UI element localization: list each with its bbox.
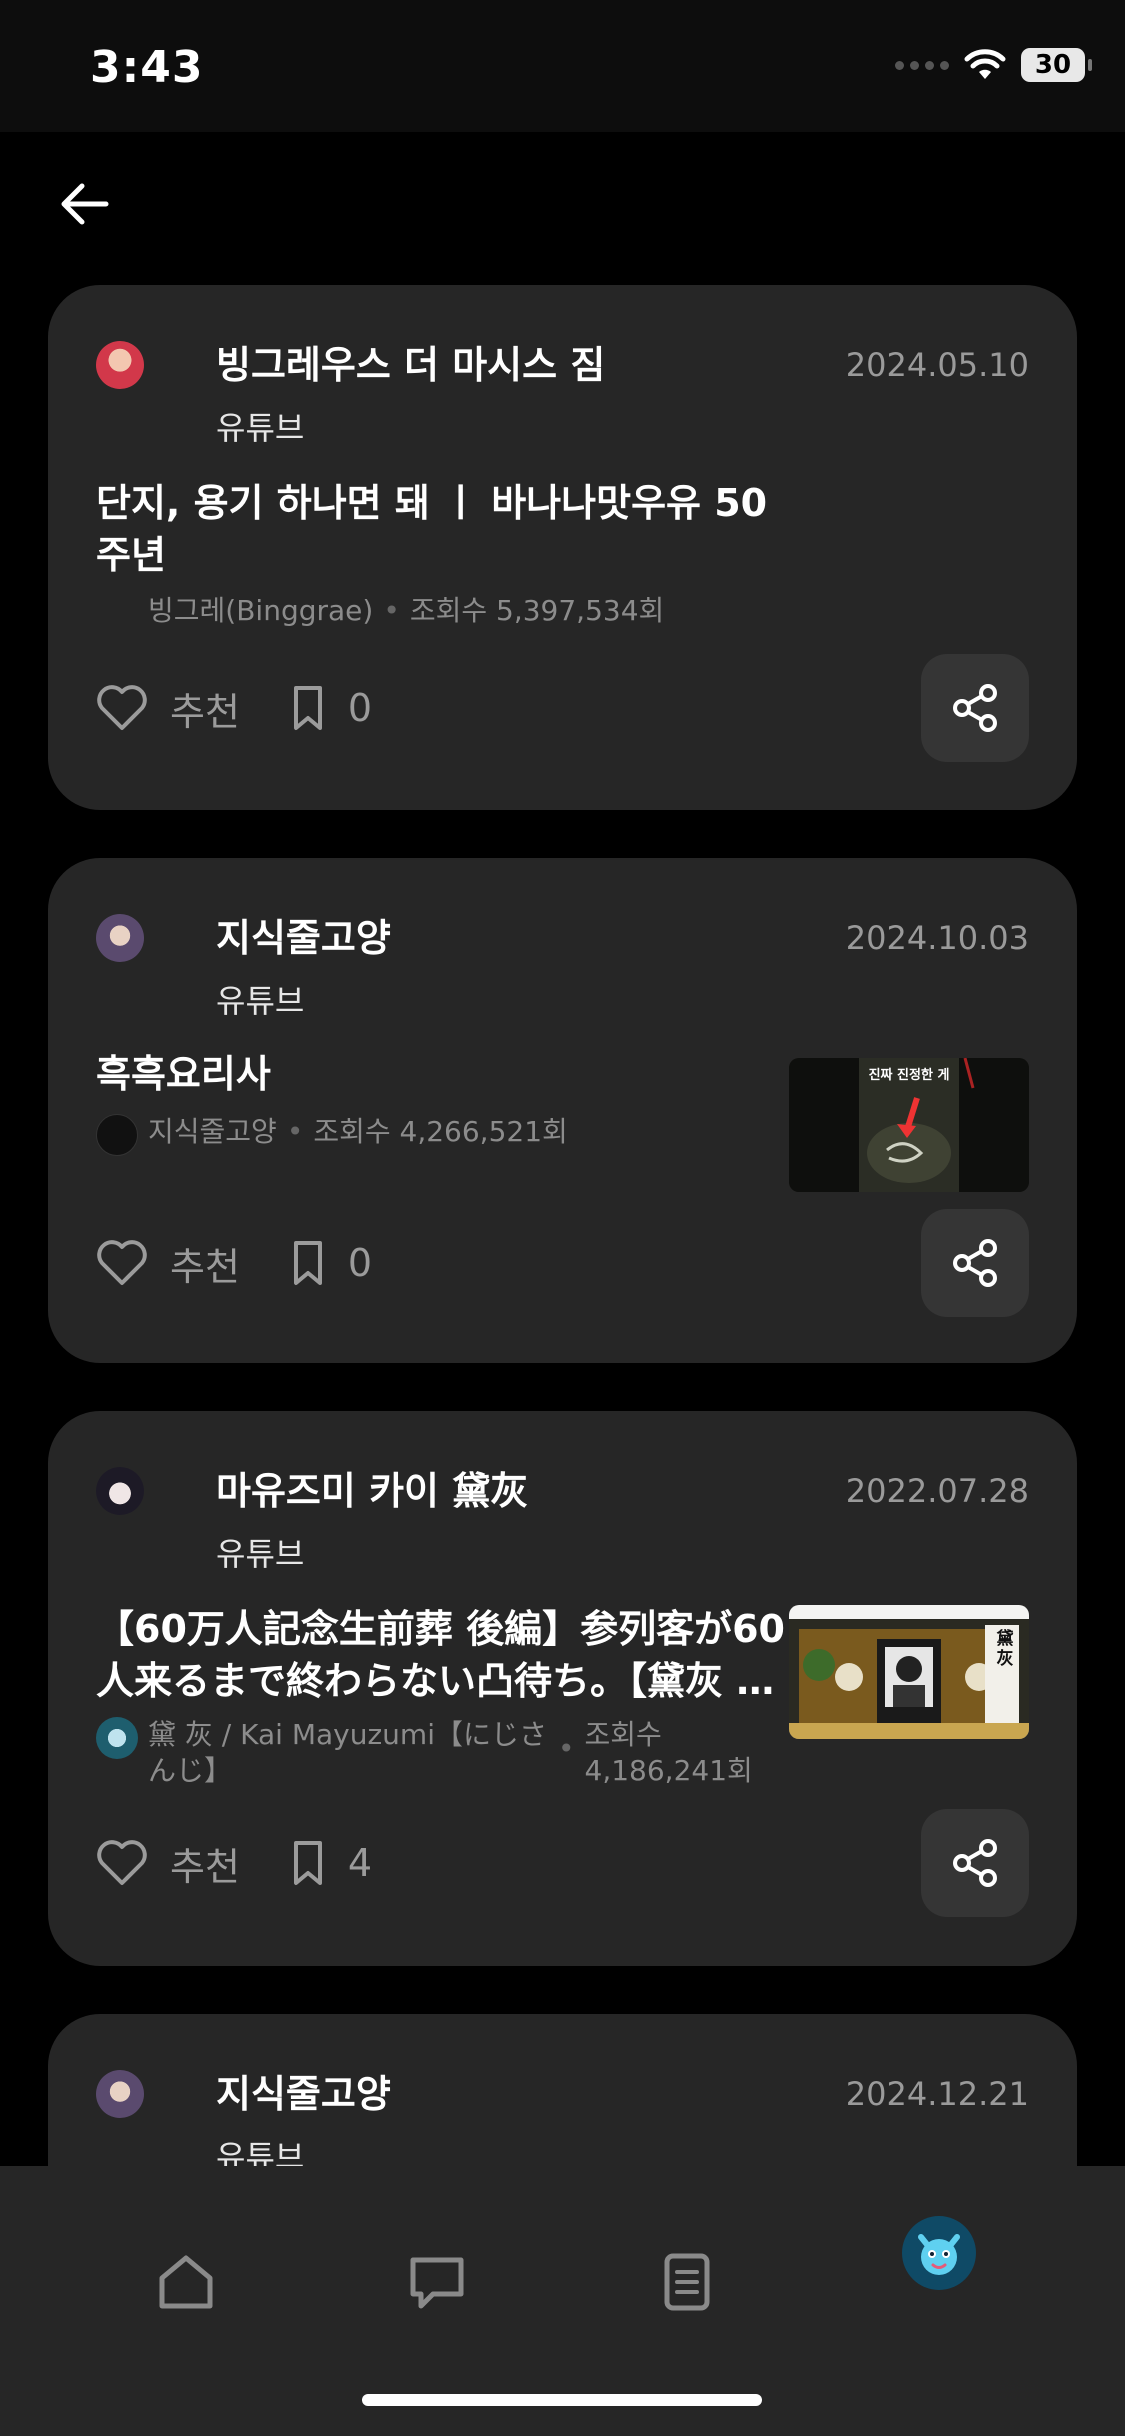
author-avatar[interactable] [96, 914, 144, 962]
author-name[interactable]: 빙그레우스 더 마시스 짐 [216, 335, 605, 395]
post-header: 지식줄고양 2024.10.03 [96, 908, 1029, 968]
video-title[interactable]: 【60万人記念生前葬 後編】参列客が60人来るまで終わらない凸待ち。【黛灰 … [96, 1603, 786, 1707]
bookmark-count: 4 [347, 1841, 373, 1885]
tab-chat[interactable] [401, 2246, 473, 2318]
tab-home[interactable] [150, 2246, 222, 2318]
bookmark-count: 0 [347, 1241, 373, 1285]
post-header: 마유즈미 카이 黛灰 2022.07.28 [96, 1461, 1029, 1521]
post-card[interactable]: 마유즈미 카이 黛灰 2022.07.28 유튜브 【60万人記念生前葬 後編】… [48, 1411, 1077, 1966]
post-actions: 추천 4 [96, 1809, 372, 1917]
home-indicator [362, 2394, 762, 2406]
source-label: 유튜브 [216, 982, 305, 1020]
video-thumbnail[interactable]: 黛灰 [789, 1605, 1029, 1739]
like-button[interactable]: 추천 [96, 1236, 240, 1291]
share-icon [953, 1839, 997, 1887]
channel-name: 지식줄고양 [148, 1115, 277, 1148]
bottom-tab-bar [0, 2166, 1125, 2436]
share-button[interactable] [921, 654, 1029, 762]
tab-profile[interactable] [902, 2216, 976, 2290]
heart-icon [97, 685, 147, 730]
share-icon [953, 1239, 997, 1287]
profile-avatar-icon [918, 2234, 960, 2275]
post-header: 지식줄고양 2024.12.21 [96, 2064, 1029, 2124]
source-label: 유튜브 [216, 2138, 305, 2166]
post-date: 2024.05.10 [845, 346, 1029, 384]
post-card[interactable]: 빙그레우스 더 마시스 짐 2024.05.10 유튜브 단지, 용기 하나면 … [48, 285, 1077, 810]
like-button[interactable]: 추천 [96, 681, 240, 736]
author-avatar[interactable] [96, 1467, 144, 1515]
video-meta: 지식줄고양 • 조회수 4,266,521회 [96, 1114, 568, 1156]
video-title[interactable]: 단지, 용기 하나면 돼 ㅣ 바나나맛우유 50주년 [96, 477, 786, 581]
heart-icon [97, 1240, 147, 1285]
channel-name: 黛 灰 / Kai Mayuzumi【にじさんじ】 [148, 1718, 547, 1787]
post-feed[interactable]: 빙그레우스 더 마시스 짐 2024.05.10 유튜브 단지, 용기 하나면 … [0, 132, 1125, 2166]
author-name[interactable]: 지식줄고양 [216, 908, 391, 968]
author-avatar[interactable] [96, 341, 144, 389]
channel-avatar [96, 1717, 138, 1759]
bookmark-button[interactable]: 0 [290, 1239, 372, 1287]
post-header: 빙그레우스 더 마시스 짐 2024.05.10 [96, 335, 1029, 395]
share-button[interactable] [921, 1809, 1029, 1917]
bookmark-icon [293, 686, 322, 730]
author-name[interactable]: 마유즈미 카이 黛灰 [216, 1461, 528, 1521]
post-date: 2024.12.21 [845, 2075, 1029, 2113]
source-label: 유튜브 [216, 409, 305, 447]
post-actions: 추천 0 [96, 1209, 372, 1317]
video-title[interactable]: 흑흑요리사 [96, 1048, 271, 1100]
view-count: 조회수 5,397,534회 [409, 594, 665, 627]
view-count: 조회수 4,266,521회 [313, 1115, 568, 1148]
meta-separator: • [558, 1732, 575, 1765]
channel-avatar [96, 1114, 138, 1156]
post-date: 2022.07.28 [845, 1472, 1029, 1510]
like-label: 추천 [170, 1844, 240, 1889]
video-meta: 黛 灰 / Kai Mayuzumi【にじさんじ】 • 조회수 4,186,24… [96, 1717, 786, 1789]
thumbnail-caption: 진짜 진정한 게 [868, 1068, 950, 1083]
thumbnail-caption: 黛灰 [996, 1629, 1014, 1669]
video-meta: 빙그레(Binggrae) • 조회수 5,397,534회 [96, 593, 664, 629]
view-count: 조회수 4,186,241회 [584, 1718, 753, 1787]
heart-icon [97, 1840, 147, 1885]
status-time: 3:43 [90, 42, 204, 93]
share-icon [953, 684, 997, 732]
meta-separator: • [286, 1115, 304, 1148]
bookmark-button[interactable]: 0 [290, 684, 372, 732]
cellular-signal-icon [895, 60, 949, 70]
tab-documents[interactable] [651, 2246, 723, 2318]
post-actions: 추천 0 [96, 654, 372, 762]
post-card[interactable]: 지식줄고양 2024.10.03 유튜브 흑흑요리사 지식줄고양 • 조회수 4… [48, 858, 1077, 1363]
like-label: 추천 [170, 1244, 240, 1289]
home-icon [159, 2255, 213, 2309]
share-button[interactable] [921, 1209, 1029, 1317]
bookmark-icon [293, 1841, 322, 1885]
bookmark-button[interactable]: 4 [290, 1839, 372, 1887]
author-avatar[interactable] [96, 2070, 144, 2118]
channel-name: 빙그레(Binggrae) [148, 594, 374, 627]
source-label: 유튜브 [216, 1535, 305, 1573]
status-bar: 3:43 30 [0, 0, 1125, 132]
like-label: 추천 [170, 689, 240, 734]
author-name[interactable]: 지식줄고양 [216, 2064, 391, 2124]
chat-bubble-icon [410, 2257, 464, 2309]
post-card[interactable]: 지식줄고양 2024.12.21 유튜브 [48, 2014, 1077, 2166]
battery-indicator: 30 [1021, 48, 1092, 82]
post-date: 2024.10.03 [845, 919, 1029, 957]
bookmark-count: 0 [347, 686, 373, 730]
video-thumbnail[interactable]: 진짜 진정한 게 [789, 1058, 1029, 1192]
status-icons: 30 [895, 48, 1092, 82]
meta-separator: • [383, 594, 400, 627]
bookmark-icon [293, 1241, 322, 1285]
document-icon [664, 2253, 710, 2311]
like-button[interactable]: 추천 [96, 1836, 240, 1891]
wifi-icon [964, 49, 1006, 79]
